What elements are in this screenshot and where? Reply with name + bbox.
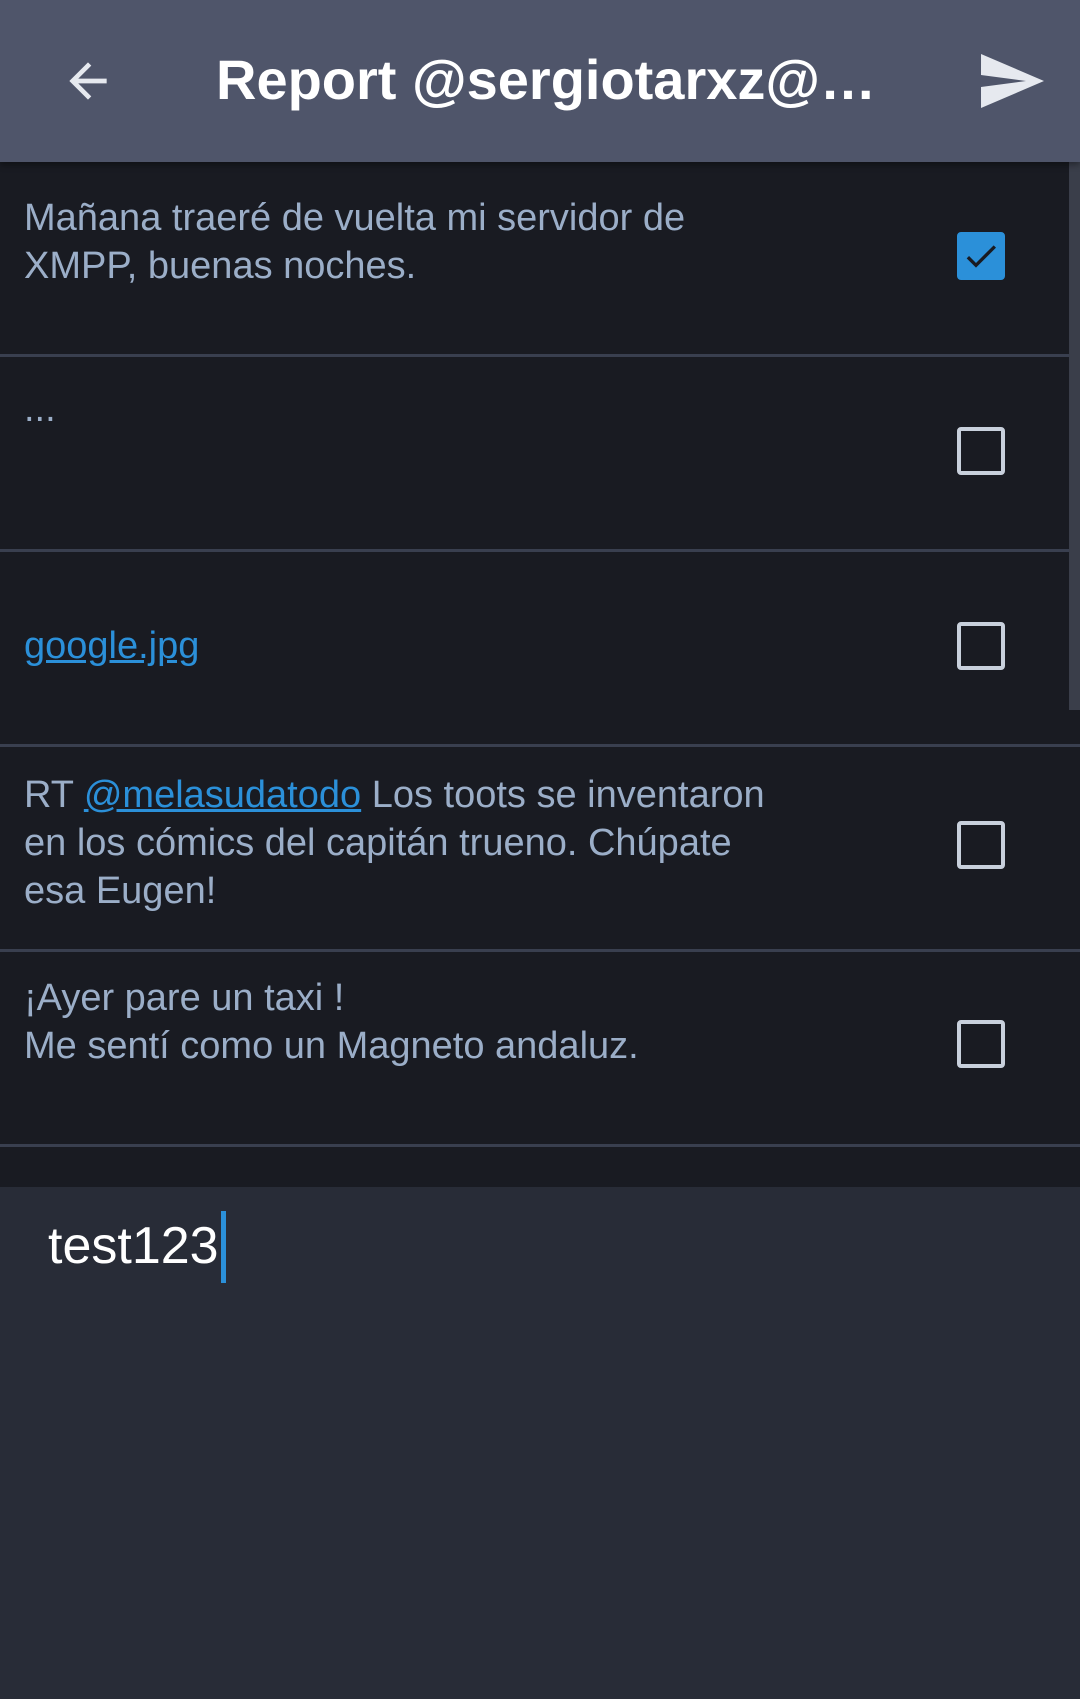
status-text: ... — [24, 388, 56, 430]
comment-input[interactable]: test123 — [48, 1211, 226, 1283]
status-checkbox[interactable] — [957, 427, 1005, 475]
toolbar: Report @sergiotarxz@m… — [0, 0, 1080, 162]
status-line: en los cómics del capitán trueno. Chúpat… — [24, 822, 732, 864]
status-text: ¡Ayer pare un taxi ! Me sentí como un Ma… — [24, 974, 864, 1070]
text-caret — [220, 1211, 226, 1283]
status-line: Me sentí como un Magneto andaluz. — [24, 1025, 639, 1067]
mention-link[interactable]: @melasudatodo — [84, 774, 361, 816]
list-item: RT @melasudatodo Los toots se inventaron… — [0, 747, 1080, 952]
status-checkbox[interactable] — [957, 821, 1005, 869]
status-checkbox[interactable] — [957, 232, 1005, 280]
status-list[interactable]: Mañana traeré de vuelta mi servidor de X… — [0, 162, 1080, 1187]
status-line: esa Eugen! — [24, 870, 217, 912]
scrollbar[interactable] — [1069, 162, 1080, 710]
status-suffix: Los toots se inventaron — [361, 774, 765, 816]
status-line: Mañana traeré de vuelta mi servidor de — [24, 197, 686, 239]
comment-value: test123 — [48, 1217, 219, 1275]
page-title: Report @sergiotarxz@m… — [216, 48, 916, 111]
back-button[interactable] — [48, 41, 128, 121]
list-item: google.jpg — [0, 552, 1080, 747]
send-icon — [981, 54, 1044, 108]
media-link[interactable]: google.jpg — [24, 625, 199, 667]
status-checkbox[interactable] — [957, 1020, 1005, 1068]
status-text: RT @melasudatodo Los toots se inventaron… — [24, 771, 864, 915]
checkmark-icon — [966, 245, 996, 268]
status-checkbox[interactable] — [957, 622, 1005, 670]
status-text: Mañana traeré de vuelta mi servidor de X… — [24, 194, 864, 290]
send-button[interactable] — [966, 41, 1056, 121]
list-item: ... — [0, 357, 1080, 552]
status-line: RT @melasudatodo Los toots se inventaron — [24, 771, 864, 819]
status-text: google.jpg — [24, 622, 864, 670]
comment-panel: test123 — [0, 1187, 1080, 1699]
list-item: Mañana traeré de vuelta mi servidor de X… — [0, 162, 1080, 357]
status-line: XMPP, buenas noches. — [24, 245, 417, 287]
arrow-left-icon — [69, 62, 107, 100]
status-line: ¡Ayer pare un taxi ! — [24, 977, 345, 1019]
status-prefix: RT — [24, 774, 84, 816]
list-item: ¡Ayer pare un taxi ! Me sentí como un Ma… — [0, 952, 1080, 1147]
